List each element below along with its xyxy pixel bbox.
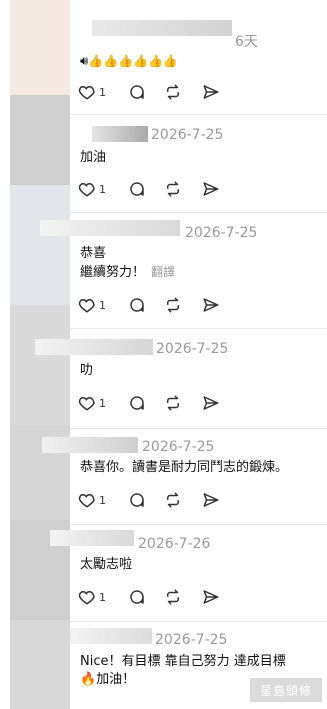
- share-button[interactable]: [202, 587, 220, 607]
- avatar[interactable]: [10, 620, 70, 709]
- translate-link[interactable]: 翻譯: [151, 265, 175, 279]
- comment-icon: [130, 493, 144, 507]
- comment-text: 加油: [80, 150, 107, 165]
- share-button[interactable]: [202, 82, 220, 102]
- speaker-icon: 🔊︎: [80, 54, 89, 69]
- heart-icon: [78, 182, 95, 197]
- repost-button[interactable]: [164, 82, 182, 102]
- comment-icon: [130, 298, 144, 312]
- comment-line: Nice！有目標 靠自己努力 達成目標: [80, 654, 286, 669]
- comment-line: 繼續努力！: [80, 265, 146, 280]
- repost-icon: [167, 297, 179, 313]
- comment-text: 叻: [80, 363, 94, 378]
- send-icon: [203, 182, 219, 196]
- username[interactable]: [40, 220, 180, 236]
- repost-button[interactable]: [164, 179, 182, 199]
- comment-icon: [130, 182, 144, 196]
- reply-button[interactable]: [128, 393, 146, 413]
- repost-button[interactable]: [164, 295, 182, 315]
- repost-button[interactable]: [164, 587, 182, 607]
- divider: [70, 621, 327, 622]
- comment-date: 2026-7-25: [151, 127, 224, 143]
- like-count: 1: [99, 182, 106, 196]
- send-icon: [203, 396, 219, 410]
- like-count: 1: [99, 493, 106, 507]
- like-button[interactable]: 1: [78, 179, 106, 199]
- send-icon: [203, 493, 219, 507]
- repost-icon: [167, 181, 179, 197]
- comment-text: 🔊︎👍👍👍👍👍👍: [80, 52, 178, 71]
- like-count: 1: [99, 396, 106, 410]
- heart-icon: [78, 493, 95, 508]
- comment-actions: 1: [78, 490, 228, 510]
- comment-icon: [130, 396, 144, 410]
- divider: [70, 212, 327, 213]
- send-icon: [203, 85, 219, 99]
- heart-icon: [78, 396, 95, 411]
- like-count: 1: [99, 298, 106, 312]
- username[interactable]: [50, 530, 134, 546]
- reply-button[interactable]: [128, 587, 146, 607]
- comment-date: 2026-7-26: [138, 536, 211, 552]
- like-button[interactable]: 1: [78, 82, 106, 102]
- comment-emoji: 👍👍👍👍👍👍: [88, 54, 178, 68]
- like-count: 1: [99, 85, 106, 99]
- comment-date: 2026-7-25: [185, 225, 258, 241]
- like-button[interactable]: 1: [78, 393, 106, 413]
- heart-icon: [78, 590, 95, 605]
- comment-date: 6天: [235, 34, 258, 50]
- repost-icon: [167, 84, 179, 100]
- share-button[interactable]: [202, 295, 220, 315]
- comment-text: 恭喜你。讀書是耐力同鬥志的鍛煉。: [80, 460, 289, 475]
- comment-text: 太勵志啦: [80, 557, 133, 572]
- reply-button[interactable]: [128, 295, 146, 315]
- comment-icon: [130, 85, 144, 99]
- avatar[interactable]: [10, 185, 70, 305]
- heart-icon: [78, 298, 95, 313]
- like-button[interactable]: 1: [78, 587, 106, 607]
- repost-button[interactable]: [164, 393, 182, 413]
- username[interactable]: [42, 437, 138, 453]
- send-icon: [203, 298, 219, 312]
- comment-actions: 1: [78, 393, 228, 413]
- share-button[interactable]: [202, 179, 220, 199]
- avatar[interactable]: [10, 95, 70, 185]
- reply-button[interactable]: [128, 179, 146, 199]
- divider: [70, 328, 327, 329]
- username[interactable]: [92, 126, 148, 142]
- comment-date: 2026-7-25: [156, 341, 229, 357]
- comment-date: 2026-7-25: [142, 439, 215, 455]
- comment-actions: 1: [78, 587, 228, 607]
- comment-line: 恭喜: [80, 246, 107, 261]
- username[interactable]: [35, 339, 153, 355]
- like-button[interactable]: 1: [78, 295, 106, 315]
- divider: [70, 114, 327, 115]
- divider: [70, 524, 327, 525]
- like-button[interactable]: 1: [78, 490, 106, 510]
- share-button[interactable]: [202, 393, 220, 413]
- reply-button[interactable]: [128, 490, 146, 510]
- comment-actions: 1: [78, 82, 228, 102]
- share-button[interactable]: [202, 490, 220, 510]
- reply-button[interactable]: [128, 82, 146, 102]
- username[interactable]: [92, 20, 232, 36]
- send-icon: [203, 590, 219, 604]
- comment-actions: 1: [78, 179, 228, 199]
- repost-icon: [167, 589, 179, 605]
- username[interactable]: [70, 628, 152, 644]
- comment-text: 恭喜 繼續努力！ 翻譯: [80, 245, 175, 282]
- heart-icon: [78, 85, 95, 100]
- repost-icon: [167, 492, 179, 508]
- comment-icon: [130, 590, 144, 604]
- avatar[interactable]: [10, 305, 70, 425]
- like-count: 1: [99, 590, 106, 604]
- repost-icon: [167, 395, 179, 411]
- watermark-logo: 星島頭條: [250, 678, 322, 702]
- comment-actions: 1: [78, 295, 228, 315]
- repost-button[interactable]: [164, 490, 182, 510]
- comment-date: 2026-7-25: [155, 632, 228, 648]
- divider: [70, 428, 327, 429]
- avatar[interactable]: [10, 0, 70, 95]
